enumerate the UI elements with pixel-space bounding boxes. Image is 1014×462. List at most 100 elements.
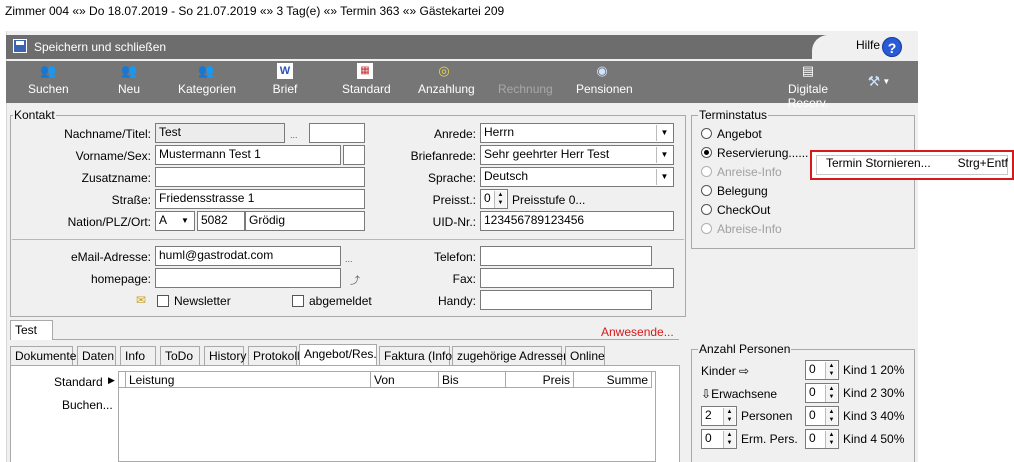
tab-angebot-res[interactable]: Angebot/Res.	[299, 344, 377, 365]
terminstatus-legend: Terminstatus	[698, 108, 769, 122]
chevron-down-icon: ▼	[656, 169, 672, 185]
uid-field[interactable]: 123456789123456	[480, 211, 674, 231]
termin-stornieren-menu-item[interactable]: Termin Stornieren...	[826, 156, 931, 170]
erm-pers-spinner[interactable]: 0 ▲ ▼	[701, 429, 737, 449]
radio-angebot[interactable]: Angebot	[701, 127, 762, 141]
digital-reservation-icon: ▤	[801, 63, 815, 78]
email-label: eMail-Adresse:	[70, 250, 151, 264]
pensions-button[interactable]: ◉ Pensionen	[576, 63, 633, 96]
tab-online[interactable]: Online	[565, 346, 605, 365]
spinner-arrows-icon: ▲ ▼	[723, 408, 735, 425]
column-leistung[interactable]: Leistung	[126, 372, 371, 388]
help-label[interactable]: Hilfe	[856, 38, 880, 52]
tools-dropdown-button[interactable]: ⚒ ▼	[864, 73, 894, 90]
email-field[interactable]: huml@gastrodat.com	[155, 246, 341, 266]
digital-reservation-button[interactable]: ▤ Digitale Reserv.	[770, 63, 846, 110]
nachname-more-button[interactable]: ...	[290, 130, 298, 140]
column-von[interactable]: Von	[371, 372, 439, 388]
nation-select[interactable]: A ▼	[155, 211, 195, 231]
newsletter-checkbox[interactable]: Newsletter	[157, 294, 231, 308]
sex-field[interactable]	[343, 145, 365, 165]
buchen-button[interactable]: Buchen...	[62, 398, 113, 412]
tab-daten[interactable]: Daten	[77, 346, 116, 365]
tab-info[interactable]: Info	[120, 346, 156, 365]
help-icon[interactable]: ?	[882, 37, 902, 57]
sprache-select[interactable]: Deutsch ▼	[480, 167, 674, 187]
tab-protokoll[interactable]: Protokoll	[248, 346, 300, 365]
spinner-arrows-icon: ▲ ▼	[825, 431, 837, 448]
chevron-down-icon: ▼	[656, 147, 672, 163]
telefon-field[interactable]	[480, 246, 652, 266]
context-menu: Termin Stornieren... Strg+Entf	[810, 150, 1014, 180]
arrow-right-icon: ⇨	[739, 364, 750, 378]
wrench-icon: ⚒	[867, 73, 881, 89]
kind2-spinner[interactable]: 0 ▲ ▼	[805, 383, 839, 403]
radio-belegung[interactable]: Belegung	[701, 184, 768, 198]
chevron-down-icon: ▼	[880, 77, 891, 86]
anwesende-link[interactable]: Anwesende...	[601, 325, 674, 339]
kontakt-legend: Kontakt	[13, 108, 56, 122]
standard-menu[interactable]: Standard	[54, 375, 103, 389]
fax-field[interactable]	[480, 268, 674, 288]
tab-zugehoerige-adressen[interactable]: zugehörige Adressen	[452, 346, 570, 365]
vorname-label: Vorname/Sex:	[75, 149, 151, 163]
kind1-spinner[interactable]: 0 ▲ ▼	[805, 360, 839, 380]
chevron-down-icon: ▼	[656, 125, 672, 141]
homepage-field[interactable]	[155, 268, 341, 288]
nachname-field[interactable]: Test	[155, 123, 285, 143]
categories-icon: 👥	[198, 63, 215, 78]
preisstufe-text[interactable]: Preisstufe 0...	[512, 193, 585, 207]
tab-todo[interactable]: ToDo	[160, 346, 200, 365]
tab-history[interactable]: History	[204, 346, 246, 365]
envelope-icon: ✉	[136, 293, 147, 307]
deposit-icon: ◎	[438, 63, 450, 78]
link-icon[interactable]: ⤴	[350, 272, 360, 287]
fax-label: Fax:	[452, 272, 476, 286]
erwachsene-label: ⇩Erwachsene	[701, 387, 778, 401]
people-search-icon: 👥	[40, 63, 57, 78]
tab-dokumente[interactable]: Dokumente	[10, 346, 76, 365]
titel-field[interactable]	[309, 123, 365, 143]
strasse-field[interactable]: Friedensstrasse 1	[155, 189, 365, 209]
standard-button[interactable]: ▦ Standard	[342, 63, 391, 96]
anrede-select[interactable]: Herrn ▼	[480, 123, 674, 143]
save-and-close-button[interactable]: Speichern und schließen	[34, 40, 166, 54]
ort-field[interactable]: Grödig	[245, 211, 365, 231]
standard-document-icon: ▦	[357, 63, 373, 79]
spinner-arrows-icon: ▲ ▼	[494, 191, 506, 208]
email-more-button[interactable]: ...	[345, 254, 353, 264]
preisstufe-spinner[interactable]: 0 ▲ ▼	[480, 189, 508, 209]
briefanrede-select[interactable]: Sehr geehrter Herr Test ▼	[480, 145, 674, 165]
radio-anreise-info: Anreise-Info	[701, 165, 782, 179]
categories-button[interactable]: 👥 Kategorien	[178, 63, 236, 96]
preisstufe-label: Preisst.:	[432, 193, 476, 207]
column-summe[interactable]: Summe	[574, 372, 652, 388]
erm-pers-label: Erm. Pers.	[741, 432, 798, 446]
tab-test[interactable]: Test	[10, 320, 53, 340]
abgemeldet-checkbox[interactable]: abgemeldet	[292, 294, 372, 308]
column-bis[interactable]: Bis	[439, 372, 506, 388]
zusatzname-field[interactable]	[155, 167, 365, 187]
deposit-button[interactable]: ◎ Anzahlung	[418, 63, 475, 96]
search-button[interactable]: 👥 Suchen	[28, 63, 69, 96]
kind3-spinner[interactable]: 0 ▲ ▼	[805, 406, 839, 426]
zusatzname-label: Zusatzname:	[81, 171, 151, 185]
handy-field[interactable]	[480, 290, 652, 310]
plz-field[interactable]: 5082	[197, 211, 245, 231]
radio-reservierung[interactable]: Reservierung......	[701, 146, 808, 160]
arrow-down-icon: ⇩	[701, 387, 712, 401]
personen-spinner[interactable]: 2 ▲ ▼	[701, 406, 737, 426]
nachname-label: Nachname/Titel:	[64, 127, 151, 141]
new-button[interactable]: 👥 Neu	[114, 63, 144, 96]
vorname-field[interactable]: Mustermann Test 1	[155, 145, 341, 165]
spinner-arrows-icon: ▲ ▼	[723, 431, 735, 448]
column-preis[interactable]: Preis	[506, 372, 574, 388]
tab-faktura-info[interactable]: Faktura (Info)	[379, 346, 456, 365]
window-title: Zimmer 004 «» Do 18.07.2019 - So 21.07.2…	[5, 4, 505, 18]
leistung-table[interactable]: Leistung Von Bis Preis Summe	[118, 371, 656, 462]
letter-button[interactable]: W Brief	[272, 63, 298, 96]
kind4-spinner[interactable]: 0 ▲ ▼	[805, 429, 839, 449]
save-and-close-bar[interactable]: Speichern und schließen	[6, 35, 918, 59]
radio-checkout[interactable]: CheckOut	[701, 203, 770, 217]
spinner-arrows-icon: ▲ ▼	[825, 385, 837, 402]
